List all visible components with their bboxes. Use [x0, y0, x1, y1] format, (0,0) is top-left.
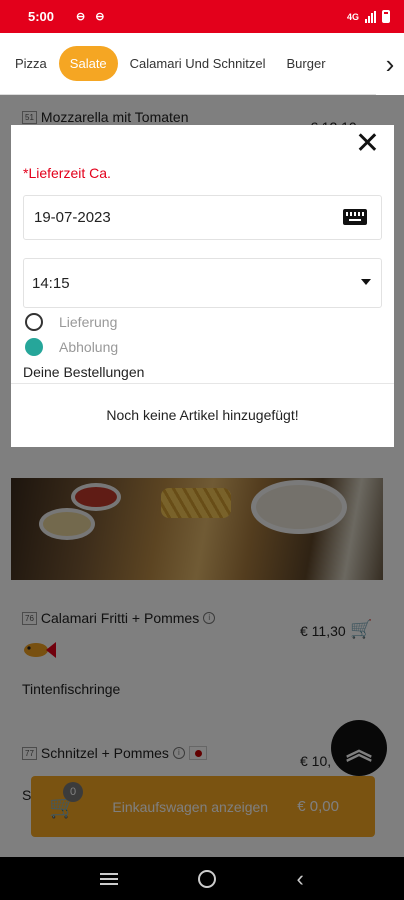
network-label: 4G [346, 11, 359, 22]
category-tabs: Pizza Salate Calamari Und Schnitzel Burg… [0, 33, 404, 95]
time-select[interactable]: 14:15 [23, 258, 382, 308]
tab-pizza[interactable]: Pizza [6, 46, 56, 81]
time-value: 14:15 [32, 274, 70, 292]
status-time: 5:00 [28, 9, 55, 24]
notification-icons: ⊖ ⊖ [76, 11, 105, 23]
tab-burger[interactable]: Burger [278, 46, 335, 81]
chevron-right-icon[interactable]: › [376, 33, 404, 95]
radio-abholung[interactable] [25, 338, 43, 356]
option-lieferung[interactable]: Lieferung [25, 313, 117, 331]
option-abholung[interactable]: Abholung [25, 338, 118, 356]
close-icon[interactable]: ✕ [355, 129, 380, 159]
signal-icon [365, 10, 376, 23]
home-icon[interactable] [198, 869, 217, 888]
option-label: Lieferung [59, 314, 118, 330]
tab-salate[interactable]: Salate [58, 46, 118, 81]
dropdown-caret-icon [361, 279, 371, 285]
recents-icon[interactable] [100, 872, 119, 885]
date-value: 19-07-2023 [34, 209, 111, 226]
radio-lieferung[interactable] [25, 313, 43, 331]
date-input[interactable]: 19-07-2023 [23, 195, 382, 240]
order-time-dialog: ✕ *Lieferzeit Ca. 19-07-2023 14:15 Liefe… [11, 125, 394, 447]
option-label: Abholung [59, 339, 119, 355]
battery-icon [382, 10, 390, 23]
empty-cart-message: Noch keine Artikel hinzugefügt! [106, 407, 299, 423]
delivery-time-label: *Lieferzeit Ca. [23, 165, 111, 181]
back-icon[interactable]: ‹ [297, 867, 304, 890]
status-bar: 5:00 ⊖ ⊖ 4G [0, 0, 404, 33]
keyboard-icon[interactable] [343, 209, 367, 225]
divider [11, 383, 394, 384]
tab-calamari-und-schnitzel[interactable]: Calamari Und Schnitzel [121, 46, 275, 81]
system-indicators: 4G [347, 10, 390, 23]
system-nav-bar: ‹ [0, 857, 404, 900]
orders-heading: Deine Bestellungen [23, 364, 145, 380]
